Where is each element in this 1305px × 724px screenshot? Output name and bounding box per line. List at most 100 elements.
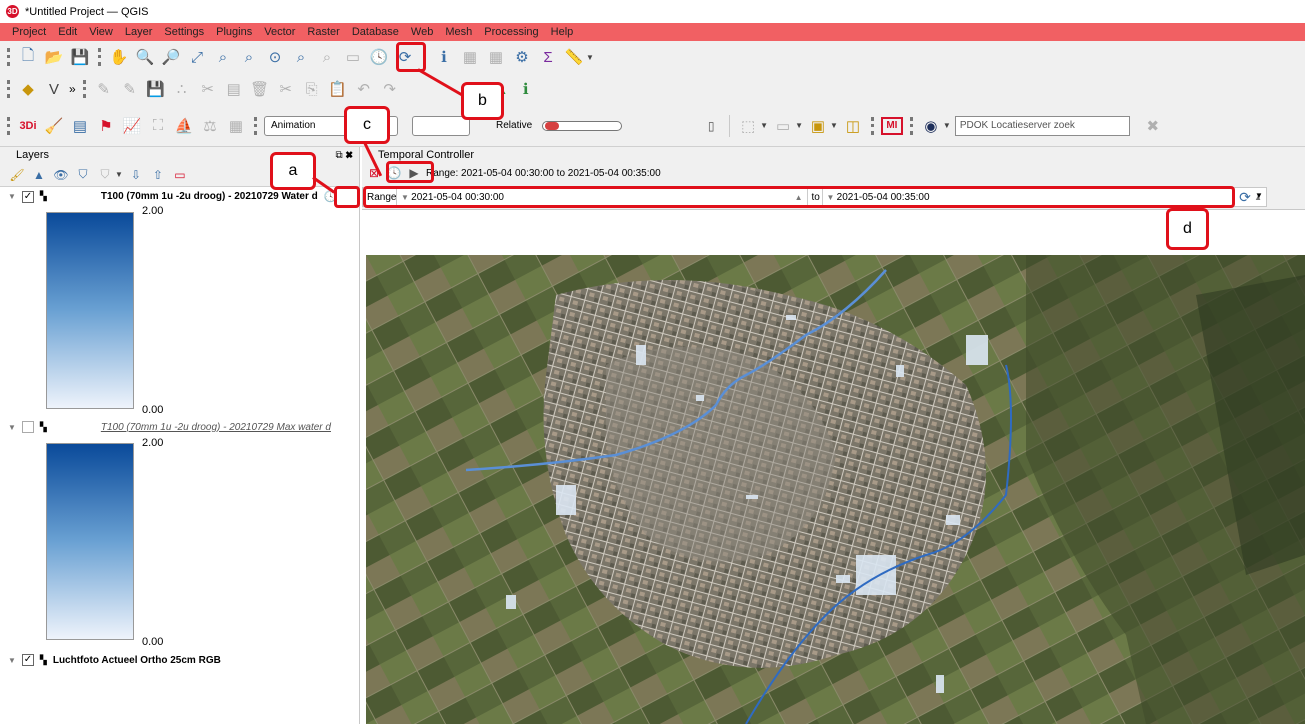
animation-value-field[interactable] [412,115,470,136]
menu-edit[interactable]: Edit [50,26,81,38]
menu-project[interactable]: Project [4,26,50,38]
toolbar-grip[interactable] [254,116,257,135]
chevron-down-icon[interactable]: ▼ [1255,191,1263,200]
time-slider[interactable] [542,120,623,131]
delete-selected-icon[interactable]: 🗑 [249,78,271,100]
menu-help[interactable]: Help [543,26,578,38]
menu-plugins[interactable]: Plugins [208,26,256,38]
paste-icon[interactable]: 📋 [327,78,349,100]
pdok-search-input[interactable]: PDOK Locatieserver zoek [954,115,1130,136]
settings-gear-icon[interactable]: ⚙ [511,46,533,68]
undo-icon[interactable]: ↶ [353,78,375,100]
layer-checkbox[interactable]: ✓ [21,654,34,666]
layer-checkbox[interactable] [21,421,34,433]
zoom-full-icon[interactable]: ⤢ [186,46,208,68]
cut-icon[interactable]: ✂ [275,78,297,100]
menu-layer[interactable]: Layer [117,26,157,38]
toolbar-grip[interactable] [98,48,101,66]
visibility-eye-icon[interactable]: 👁 [52,164,70,186]
new-vector-layer-icon[interactable]: V [43,78,65,100]
clear-search-icon[interactable]: ✖ [1142,115,1164,137]
select-location-icon[interactable]: ◫ [842,115,864,137]
zoom-to-layer-icon[interactable]: ⌕ [238,46,260,68]
toolbar-grip[interactable] [909,116,913,135]
menu-view[interactable]: View [81,26,117,38]
zoom-in-icon[interactable]: 🔍 [134,46,156,68]
zoom-next-icon[interactable]: ⌕ [316,46,338,68]
measure-ruler-icon[interactable]: 📏 [563,46,585,68]
zoom-to-selection-icon[interactable]: ⌕ [212,46,234,68]
toggle-editing-icon[interactable]: ✎ [119,78,141,100]
add-point-icon[interactable]: ∴ [171,78,193,100]
overflow-chevron-icon[interactable]: » [69,82,76,96]
pdok-locator-icon[interactable]: ◉ [920,115,942,137]
menu-web[interactable]: Web [403,26,437,38]
chevron-down-icon[interactable]: ▼ [586,53,594,62]
mi-button[interactable]: MI [880,116,903,135]
pan-hand-icon[interactable]: ✋ [108,46,130,68]
filter-icon[interactable]: ⛉ [74,164,92,186]
menu-database[interactable]: Database [344,26,403,38]
3di-logo-icon[interactable]: 3Di [17,115,39,137]
filter-legend-icon[interactable]: ⛉ [96,164,114,186]
identify-features-icon[interactable]: ℹ [433,46,455,68]
select-features-icon[interactable]: ⬚ [737,115,759,137]
menu-mesh[interactable]: Mesh [437,26,476,38]
panel-close-icon[interactable]: ⧉ ✖ [335,150,353,161]
graph-icon[interactable]: 📈 [121,115,143,137]
layer-styling-icon[interactable]: ◆ [17,78,39,100]
sidebar-boat-icon[interactable]: ⛵ [173,115,195,137]
save-edits-icon[interactable]: 💾 [145,78,167,100]
toolbar-grip[interactable] [870,116,874,135]
new-map-view-icon[interactable]: ▭ [342,46,364,68]
identify-info-icon[interactable]: ℹ [515,78,537,100]
field-calculator-icon[interactable]: ▦ [485,46,507,68]
temporal-controller-clock-icon[interactable]: 🕓 [368,46,390,68]
layer-row-luchtfoto[interactable]: ▼ ✓ ▚ Luchtfoto Actueel Ortho 25cm RGB [8,654,221,666]
flag-icon[interactable]: ⚑ [95,115,117,137]
menu-settings[interactable]: Settings [156,26,208,38]
set-range-refresh-icon[interactable]: ⟳ [1234,186,1256,208]
statistics-sigma-icon[interactable]: Σ [537,46,559,68]
toolbar-grip[interactable] [7,116,10,135]
collapse-all-icon[interactable]: ⇧ [149,164,167,186]
cross-section-icon[interactable]: ⛶ [147,115,169,137]
style-manager-icon[interactable]: 🖌 [8,164,26,186]
chevron-down-icon[interactable]: ▼ [760,121,768,130]
redo-icon[interactable]: ↷ [379,78,401,100]
map-canvas[interactable] [366,255,1305,724]
toolbar-grip[interactable] [7,48,10,66]
expand-triangle-icon[interactable]: ▼ [8,192,16,201]
toolbar-grip[interactable] [82,80,86,98]
add-group-icon[interactable]: ▲ [30,164,48,186]
zoom-last-icon[interactable]: ⌕ [290,46,312,68]
remove-layer-icon[interactable]: ▭ [171,164,189,186]
expand-triangle-icon[interactable]: ▼ [8,656,16,665]
chevron-down-icon[interactable]: ▼ [943,121,951,130]
menu-processing[interactable]: Processing [476,26,542,38]
chevron-down-icon[interactable]: ▼ [795,121,803,130]
modify-attributes-icon[interactable]: ▤ [223,78,245,100]
statistics-icon[interactable]: ▦ [225,115,247,137]
clear-brush-icon[interactable]: 🧹 [43,115,65,137]
expand-all-icon[interactable]: ⇩ [127,164,145,186]
new-project-icon[interactable]: 🗋 [17,46,39,68]
copy-icon[interactable]: ⎘ [301,78,323,100]
water-balance-icon[interactable]: ⚖ [199,115,221,137]
attribute-table-icon[interactable]: ▦ [459,46,481,68]
expand-triangle-icon[interactable]: ▼ [8,423,16,432]
deselect-icon[interactable]: ▭ [772,115,794,137]
menu-raster[interactable]: Raster [299,26,343,38]
layer-checkbox[interactable]: ✓ [21,190,34,203]
dock-toggle-icon[interactable]: ▯ [700,115,722,137]
layer-row-water-depth[interactable]: ▼ ✓ ▚ T100 (70mm 1u -2u droog) - 2021072… [8,190,337,203]
menu-vector[interactable]: Vector [256,26,299,38]
select-by-expression-icon[interactable]: ▣ [807,115,829,137]
add-results-icon[interactable]: ▤ [69,115,91,137]
chevron-down-icon[interactable]: ▼ [115,170,123,179]
save-project-icon[interactable]: 💾 [69,46,91,68]
chevron-down-icon[interactable]: ▼ [830,121,838,130]
zoom-native-icon[interactable]: ⊙ [264,46,286,68]
toolbar-grip[interactable] [7,80,10,98]
vertex-tool-icon[interactable]: ✂ [197,78,219,100]
